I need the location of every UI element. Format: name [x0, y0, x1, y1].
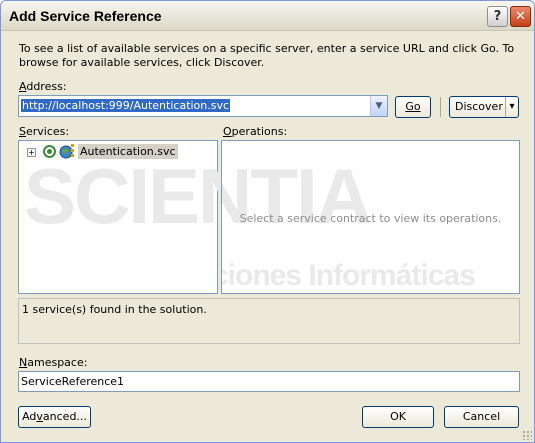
- toolbar-divider: [440, 97, 441, 117]
- operations-label: Operations:: [223, 125, 288, 138]
- globe-icon: [59, 144, 74, 159]
- watermark-tagline: Soluciones Informáticas: [222, 259, 476, 292]
- namespace-input[interactable]: ServiceReference1: [18, 371, 520, 392]
- watermark-logo: SCIENTIA: [222, 152, 372, 240]
- status-box: 1 service(s) found in the solution.: [18, 298, 520, 344]
- close-button[interactable]: ✕: [510, 6, 531, 27]
- window-title: Add Service Reference: [9, 8, 162, 24]
- discover-button[interactable]: Discover ▾: [449, 96, 519, 118]
- help-button[interactable]: ?: [487, 6, 508, 27]
- address-combobox[interactable]: http://localhost:999/Autentication.svc ▼: [18, 95, 388, 117]
- go-button[interactable]: Go: [395, 96, 431, 118]
- services-label: Services:: [19, 125, 70, 138]
- operations-list[interactable]: SCIENTIA Soluciones Informáticas Select …: [221, 140, 520, 294]
- tree-item-label[interactable]: Autentication.svc: [78, 144, 178, 159]
- add-service-reference-dialog: Add Service Reference ? ✕ To see a list …: [0, 0, 535, 443]
- expand-icon[interactable]: +: [27, 148, 36, 157]
- address-input[interactable]: http://localhost:999/Autentication.svc: [21, 99, 231, 112]
- cancel-button[interactable]: Cancel: [444, 406, 519, 428]
- chevron-down-icon[interactable]: ▾: [505, 97, 518, 117]
- description-text: To see a list of available services on a…: [19, 42, 515, 69]
- resize-grip[interactable]: [522, 430, 532, 440]
- title-bar[interactable]: Add Service Reference ? ✕: [1, 1, 534, 31]
- discover-label: Discover: [455, 100, 503, 113]
- ok-button[interactable]: OK: [362, 406, 434, 428]
- namespace-label: Namespace:: [19, 356, 88, 369]
- service-icon: [43, 145, 56, 158]
- namespace-value[interactable]: ServiceReference1: [21, 375, 124, 388]
- status-text: 1 service(s) found in the solution.: [22, 303, 207, 316]
- advanced-button[interactable]: Advanced...: [18, 406, 91, 428]
- chevron-down-icon[interactable]: ▼: [370, 96, 387, 116]
- operations-empty-message: Select a service contract to view its op…: [239, 212, 502, 225]
- services-tree[interactable]: SCIENTIA + Autentication.svc: [18, 140, 374, 294]
- address-label: Address:: [19, 80, 67, 93]
